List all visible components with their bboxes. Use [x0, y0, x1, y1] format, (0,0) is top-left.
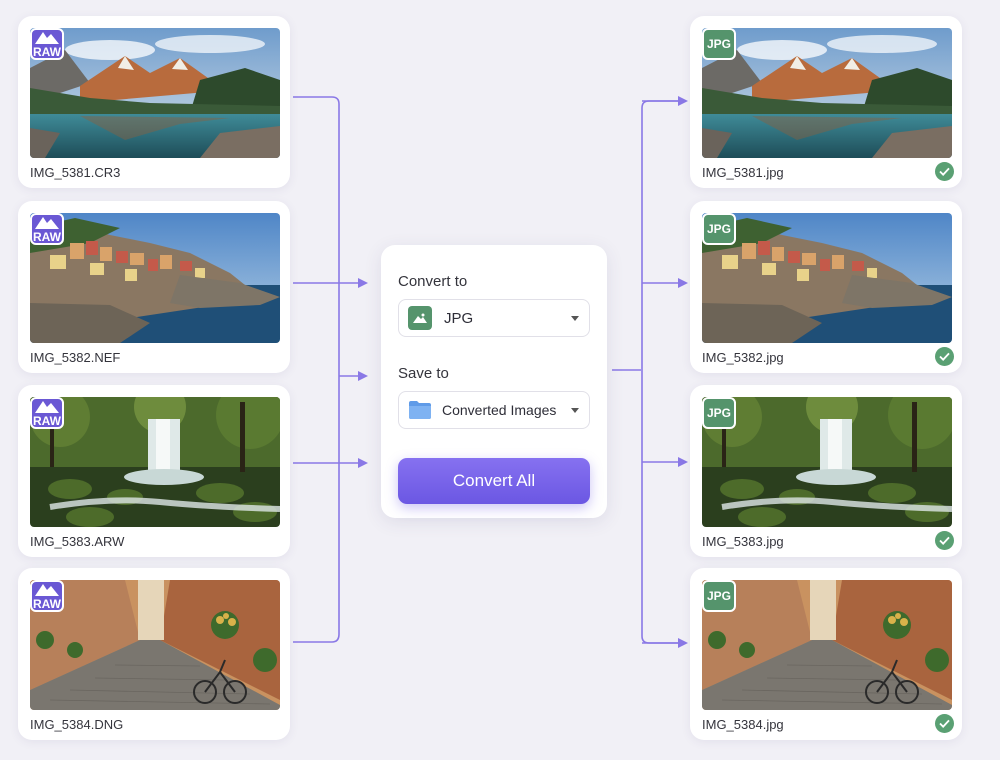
jpg-format-badge: JPG	[702, 213, 736, 245]
photo-thumbnail: RAW	[30, 28, 280, 158]
forest-waterfall-image	[702, 397, 952, 527]
image-icon	[408, 306, 432, 330]
check-circle-icon	[935, 347, 954, 366]
mountain-lake-image	[30, 28, 280, 158]
photo-thumbnail: RAW	[30, 213, 280, 343]
badge-label: JPG	[706, 406, 731, 420]
cliff-village-image	[30, 213, 280, 343]
raw-format-badge: RAW	[30, 580, 64, 612]
badge-label: JPG	[706, 222, 731, 236]
badge-label: JPG	[706, 37, 731, 51]
badge-label: RAW	[33, 414, 61, 428]
file-name: IMG_5383.jpg	[702, 534, 784, 549]
chevron-down-icon	[571, 316, 579, 321]
cobblestone-alley-image	[702, 580, 952, 710]
file-name: IMG_5382.jpg	[702, 350, 784, 365]
format-value: JPG	[444, 309, 474, 327]
badge-label: JPG	[706, 589, 731, 603]
photo-thumbnail: JPG	[702, 28, 952, 158]
mountain-icon	[35, 584, 59, 596]
file-name: IMG_5381.jpg	[702, 165, 784, 180]
convert-to-label: Convert to	[398, 273, 468, 290]
jpg-format-badge: JPG	[702, 397, 736, 429]
file-name: IMG_5383.ARW	[30, 534, 125, 549]
source-card[interactable]: RAW IMG_5381.CR3	[18, 16, 290, 188]
photo-thumbnail: JPG	[702, 580, 952, 710]
photo-thumbnail: JPG	[702, 397, 952, 527]
chevron-down-icon	[571, 408, 579, 413]
raw-format-badge: RAW	[30, 397, 64, 429]
jpg-format-badge: JPG	[702, 28, 736, 60]
output-card[interactable]: JPG IMG_5384.jpg	[690, 568, 962, 740]
file-name: IMG_5382.NEF	[30, 350, 121, 365]
file-name: IMG_5384.jpg	[702, 717, 784, 732]
badge-label: RAW	[33, 230, 61, 244]
file-name: IMG_5384.DNG	[30, 717, 124, 732]
folder-select[interactable]: Converted Images	[398, 391, 590, 429]
cliff-village-image	[702, 213, 952, 343]
photo-thumbnail: RAW	[30, 580, 280, 710]
cobblestone-alley-image	[30, 580, 280, 710]
file-name: IMG_5381.CR3	[30, 165, 121, 180]
conversion-panel: Convert to JPG Save to Converted Images …	[381, 245, 607, 518]
check-circle-icon	[935, 714, 954, 733]
raw-format-badge: RAW	[30, 28, 64, 60]
mountain-icon	[35, 217, 59, 229]
folder-icon	[409, 401, 431, 419]
badge-label: RAW	[33, 45, 61, 59]
output-card[interactable]: JPG IMG_5381.jpg	[690, 16, 962, 188]
forest-waterfall-image	[30, 397, 280, 527]
connector-line	[641, 100, 686, 644]
mountain-icon	[35, 401, 59, 413]
source-card[interactable]: RAW IMG_5384.DNG	[18, 568, 290, 740]
output-card[interactable]: JPG IMG_5383.jpg	[690, 385, 962, 557]
converter-workflow: RAW IMG_5381.CR3 RAW IMG_5382.NEF RAW IM…	[0, 0, 1000, 760]
connector-line	[293, 96, 340, 643]
check-circle-icon	[935, 531, 954, 550]
badge-label: RAW	[33, 597, 61, 611]
save-to-label: Save to	[398, 365, 449, 382]
convert-all-button[interactable]: Convert All	[398, 458, 590, 504]
source-card[interactable]: RAW IMG_5383.ARW	[18, 385, 290, 557]
photo-thumbnail: RAW	[30, 397, 280, 527]
folder-value: Converted Images	[442, 402, 557, 418]
output-card[interactable]: JPG IMG_5382.jpg	[690, 201, 962, 373]
format-select[interactable]: JPG	[398, 299, 590, 337]
check-circle-icon	[935, 162, 954, 181]
photo-thumbnail: JPG	[702, 213, 952, 343]
raw-format-badge: RAW	[30, 213, 64, 245]
source-card[interactable]: RAW IMG_5382.NEF	[18, 201, 290, 373]
mountain-icon	[35, 32, 59, 44]
jpg-format-badge: JPG	[702, 580, 736, 612]
mountain-lake-image	[702, 28, 952, 158]
